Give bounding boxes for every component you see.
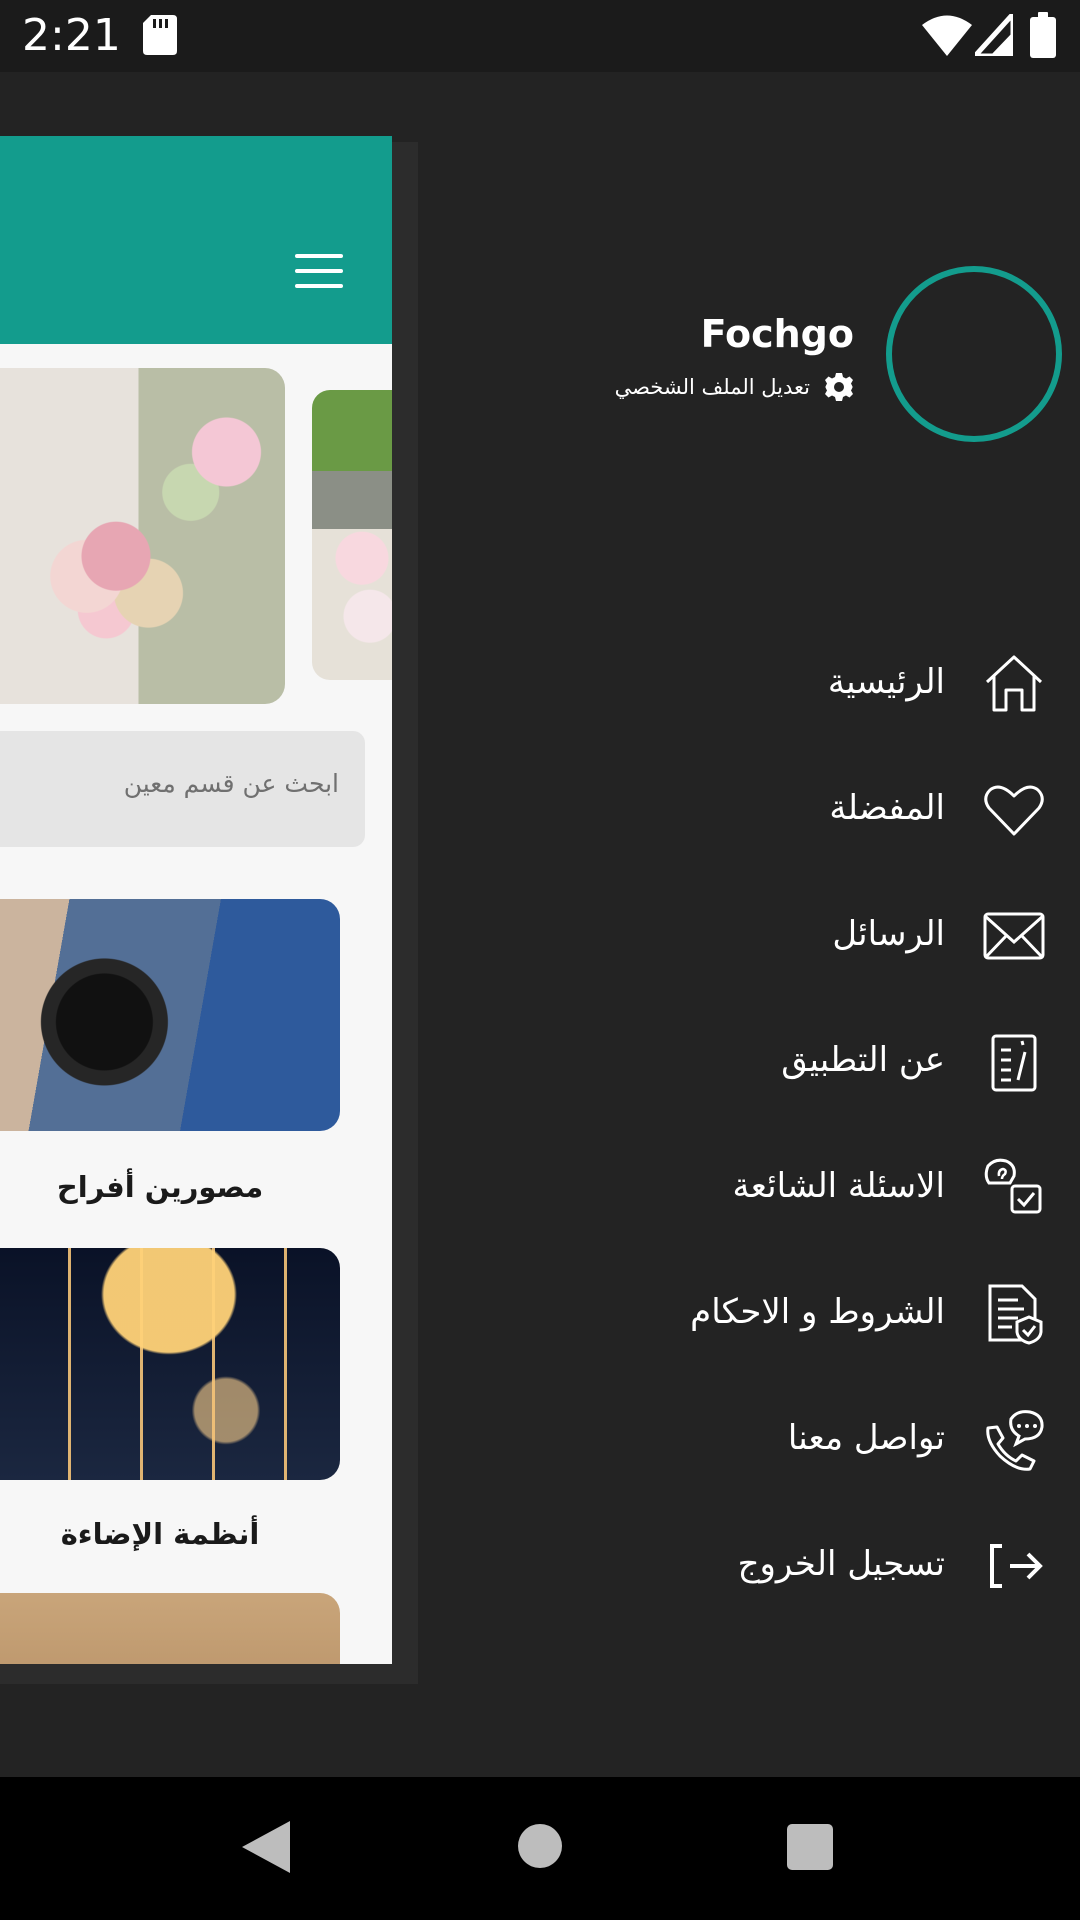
app-content-preview[interactable]: ابحث عن قسم معين مصورين أفراح أنظمة الإض…	[0, 136, 392, 1664]
logout-icon	[982, 1534, 1046, 1598]
menu-item-faq[interactable]: الاسئلة الشائعة	[620, 1150, 1070, 1236]
battery-icon	[1030, 12, 1056, 58]
menu-label: تسجيل الخروج	[737, 1544, 945, 1584]
menu-item-messages[interactable]: الرسائل	[620, 898, 1070, 984]
menu-item-logout[interactable]: تسجيل الخروج	[620, 1528, 1070, 1614]
category-image-gifts[interactable]	[0, 1593, 340, 1664]
menu-item-about[interactable]: عن التطبيق	[620, 1024, 1070, 1110]
home-circle-icon[interactable]	[518, 1824, 562, 1868]
document-info-icon	[982, 1030, 1046, 1094]
heart-icon	[982, 778, 1046, 842]
back-icon[interactable]	[242, 1821, 290, 1873]
signal-icon	[975, 14, 1013, 56]
menu-label: الشروط و الاحكام	[690, 1292, 945, 1332]
status-bar: 2:21	[0, 0, 1080, 72]
category-title[interactable]: مصورين أفراح	[0, 1170, 320, 1204]
menu-item-contact[interactable]: تواصل معنا	[620, 1402, 1070, 1488]
category-image-lighting[interactable]	[0, 1248, 340, 1480]
hamburger-menu-icon[interactable]	[295, 254, 343, 288]
menu-label: تواصل معنا	[787, 1418, 945, 1458]
menu-item-terms[interactable]: الشروط و الاحكام	[620, 1276, 1070, 1362]
category-image-photographers[interactable]	[0, 899, 340, 1131]
sd-card-icon	[143, 15, 177, 55]
menu-item-favorites[interactable]: المفضلة	[620, 772, 1070, 858]
status-time: 2:21	[22, 10, 121, 61]
edit-profile-link[interactable]: تعديل الملف الشخصي	[615, 372, 854, 402]
wedding-banner-image[interactable]	[0, 368, 285, 704]
category-title[interactable]: أنظمة الإضاءة	[0, 1517, 320, 1551]
search-placeholder: ابحث عن قسم معين	[123, 769, 339, 798]
menu-item-home[interactable]: الرئيسية	[620, 646, 1070, 732]
faq-icon	[982, 1156, 1046, 1220]
profile-avatar[interactable]	[886, 266, 1062, 442]
menu-label: عن التطبيق	[781, 1040, 945, 1080]
menu-label: المفضلة	[829, 788, 945, 828]
recents-square-icon[interactable]	[787, 1824, 833, 1870]
edit-profile-label: تعديل الملف الشخصي	[614, 375, 810, 399]
profile-name: Fochgo	[700, 312, 854, 356]
home-icon	[982, 652, 1046, 716]
navigation-bar	[0, 1777, 1080, 1920]
menu-label: الرئيسية	[827, 662, 945, 702]
envelope-icon	[982, 904, 1046, 968]
app-header	[0, 136, 392, 344]
menu-label: الاسئلة الشائعة	[732, 1166, 945, 1206]
terms-document-icon	[982, 1282, 1046, 1346]
category-search-input[interactable]: ابحث عن قسم معين	[0, 731, 365, 847]
phone-chat-icon	[982, 1408, 1046, 1472]
app-screen: 2:21 ابحث عن قسم معين مصورين أفراح أنظمة…	[0, 0, 1080, 1920]
banner-image-secondary[interactable]	[312, 390, 392, 680]
menu-label: الرسائل	[832, 914, 945, 954]
gear-icon	[825, 373, 853, 401]
wifi-icon	[922, 15, 972, 56]
